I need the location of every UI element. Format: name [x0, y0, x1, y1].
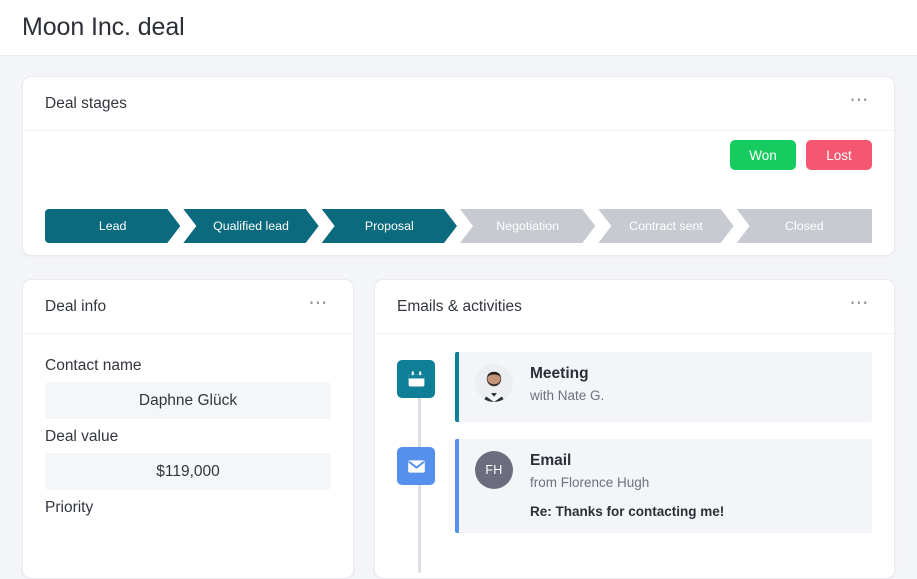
stage-pipeline: Lead Qualified lead Proposal Negotiation… [45, 209, 872, 243]
stage-lead[interactable]: Lead [45, 209, 180, 243]
deal-info-card: Deal info ⋯ Contact name Daphne Glück De… [22, 279, 354, 579]
activity-title: Email [530, 452, 724, 470]
page-title: Moon Inc. deal [22, 13, 185, 42]
stage-negotiation[interactable]: Negotiation [460, 209, 595, 243]
calendar-icon[interactable] [397, 360, 435, 398]
activity-card-meeting[interactable]: Meeting with Nate G. [455, 352, 872, 422]
list-item: Meeting with Nate G. [397, 352, 872, 422]
page-header: Moon Inc. deal [0, 0, 917, 56]
deal-info-title: Deal info [45, 298, 106, 316]
avatar [475, 364, 513, 402]
activity-title: Meeting [530, 365, 604, 383]
won-button[interactable]: Won [730, 140, 796, 170]
activity-card-email[interactable]: FH Email from Florence Hugh Re: Thanks f… [455, 439, 872, 533]
deal-value-field[interactable]: $119,000 [45, 453, 331, 490]
stage-proposal[interactable]: Proposal [322, 209, 457, 243]
deal-stages-header: Deal stages ⋯ [23, 77, 894, 131]
contact-name-label: Contact name [45, 357, 331, 375]
stage-closed[interactable]: Closed [737, 209, 872, 243]
emails-activities-title: Emails & activities [397, 298, 522, 316]
activity-subtitle: with Nate G. [530, 388, 604, 403]
deal-stages-title: Deal stages [45, 95, 127, 113]
more-options-icon[interactable]: ⋯ [841, 92, 872, 116]
envelope-icon[interactable] [397, 447, 435, 485]
more-options-icon[interactable]: ⋯ [841, 295, 872, 319]
deal-info-fields: Contact name Daphne Glück Deal value $11… [23, 334, 353, 517]
avatar: FH [475, 451, 513, 489]
contact-name-field[interactable]: Daphne Glück [45, 382, 331, 419]
more-options-icon[interactable]: ⋯ [300, 295, 331, 319]
activity-text: Meeting with Nate G. [530, 364, 604, 403]
outcome-buttons: Won Lost [730, 140, 872, 170]
emails-activities-card: Emails & activities ⋯ [374, 279, 895, 579]
lost-button[interactable]: Lost [806, 140, 872, 170]
deal-info-header: Deal info ⋯ [23, 280, 353, 334]
activity-timeline: Meeting with Nate G. FH Email from Flore… [375, 334, 894, 533]
deal-value-label: Deal value [45, 428, 331, 446]
activity-subtitle: from Florence Hugh [530, 475, 724, 490]
deal-stages-body: Won Lost Lead Qualified lead Proposal Ne… [23, 131, 894, 256]
priority-label: Priority [45, 499, 331, 517]
stage-qualified-lead[interactable]: Qualified lead [183, 209, 318, 243]
activity-text: Email from Florence Hugh Re: Thanks for … [530, 451, 724, 519]
deal-stages-card: Deal stages ⋯ Won Lost Lead Qualified le… [22, 76, 895, 256]
stage-contract-sent[interactable]: Contract sent [598, 209, 733, 243]
emails-activities-header: Emails & activities ⋯ [375, 280, 894, 334]
email-subject: Re: Thanks for contacting me! [530, 504, 724, 519]
list-item: FH Email from Florence Hugh Re: Thanks f… [397, 439, 872, 533]
